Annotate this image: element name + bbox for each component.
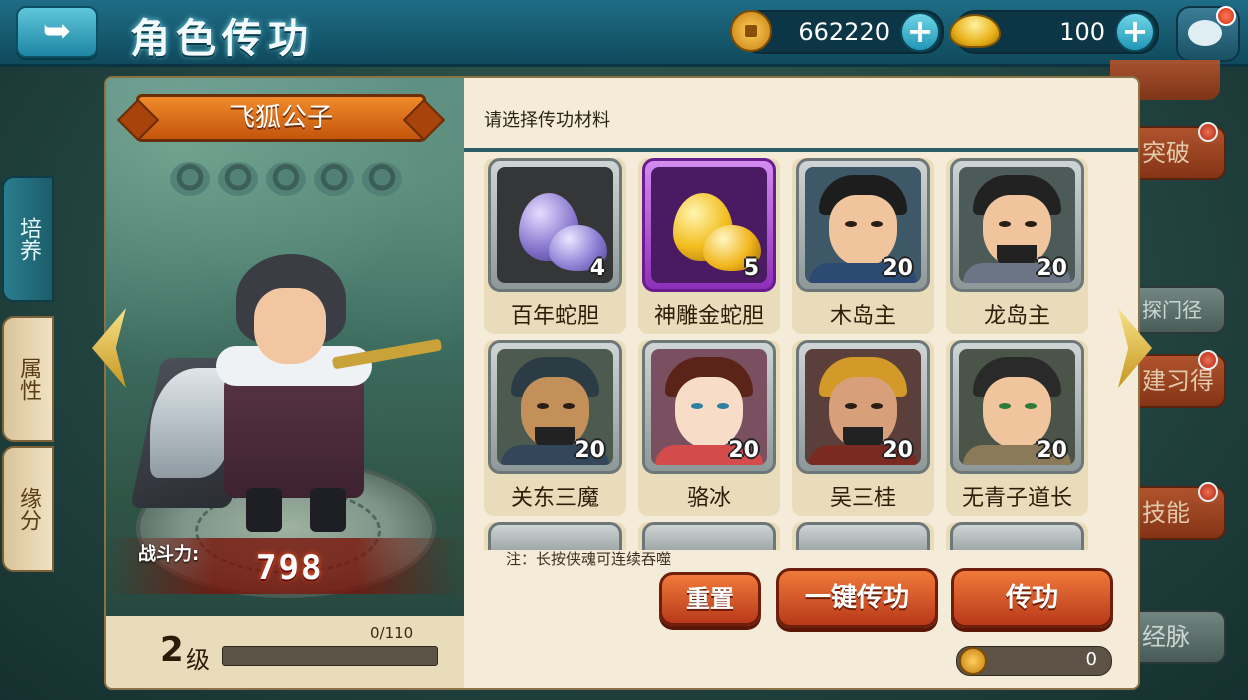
level-row: 2 级 0/110	[106, 616, 464, 688]
notification-dot	[1198, 122, 1218, 142]
hero-pane: 飞狐公子 战斗力: 798 2 级 0/110	[106, 78, 464, 688]
material-name: 龙岛主	[983, 304, 1050, 329]
cloud-star-icon	[314, 162, 354, 196]
material-card-partial[interactable]	[792, 522, 934, 550]
material-name: 无青子道长	[961, 486, 1072, 511]
material-card[interactable]: 5 神雕金蛇胆	[638, 158, 780, 334]
hint-text: 注：长按侠魂可连续吞噬	[506, 550, 672, 568]
cloud-star-icon	[362, 162, 402, 196]
material-card[interactable]: 4 百年蛇胆	[484, 158, 626, 334]
material-card[interactable]: 20 龙岛主	[946, 158, 1088, 334]
material-count: 20	[574, 438, 605, 463]
material-card[interactable]: 20 吴三桂	[792, 340, 934, 516]
transfer-panel: 飞狐公子 战斗力: 798 2 级 0/110 请选择传功材料 4 百年蛇胆 5…	[104, 76, 1140, 690]
tab-fate[interactable]: 缘分	[2, 446, 54, 572]
material-count: 20	[882, 256, 913, 281]
material-count: 20	[1036, 438, 1067, 463]
right-menu-learn[interactable]: 建习得	[1130, 350, 1226, 408]
material-count: 4	[589, 256, 605, 281]
divider	[464, 148, 1138, 152]
gold-counter: 100 +	[949, 10, 1159, 54]
one-key-transfer-button[interactable]: 一键传功	[776, 568, 938, 628]
material-card-partial[interactable]	[946, 522, 1088, 550]
material-name: 吴三桂	[829, 486, 896, 511]
material-card-partial[interactable]	[638, 522, 780, 550]
level-unit: 级	[186, 646, 210, 674]
reset-button[interactable]: 重置	[659, 572, 761, 626]
material-count: 20	[1036, 256, 1067, 281]
copper-coin-icon	[959, 647, 987, 675]
level-number: 2	[160, 630, 184, 670]
material-name: 骆冰	[686, 486, 731, 511]
add-coins-button[interactable]: +	[900, 12, 940, 52]
copper-coin-icon	[730, 10, 772, 52]
power-value: 798	[256, 548, 324, 588]
back-arrow-icon: ➥	[42, 11, 72, 51]
material-card[interactable]: 20 骆冰	[638, 340, 780, 516]
add-gold-button[interactable]: +	[1115, 12, 1155, 52]
coin-counter: 662220 +	[730, 10, 944, 54]
tab-attributes[interactable]: 属性	[2, 316, 54, 442]
plus-icon: +	[1121, 12, 1149, 50]
transfer-cost: 0	[956, 646, 1112, 676]
material-count: 20	[882, 438, 913, 463]
notification-dot	[1198, 350, 1218, 370]
cloud-star-icon	[218, 162, 258, 196]
page-title: 角色传功	[130, 15, 314, 62]
hero-figure	[130, 248, 443, 538]
right-menu-explore[interactable]: 探门径	[1130, 286, 1226, 334]
plus-icon: +	[906, 12, 934, 50]
chat-button[interactable]	[1176, 6, 1240, 62]
hero-star-rating	[170, 162, 402, 196]
material-card[interactable]: 20 无青子道长	[946, 340, 1088, 516]
right-menu-skills[interactable]: 技能	[1130, 482, 1226, 540]
notification-dot	[1198, 482, 1218, 502]
right-menu-meridians[interactable]: 经脉	[1130, 610, 1226, 664]
transfer-button[interactable]: 传功	[951, 568, 1113, 628]
materials-grid: 4 百年蛇胆 5 神雕金蛇胆 20 木岛主 20 龙岛主 20 关东三魔 20 …	[482, 158, 1122, 550]
material-card[interactable]: 20 关东三魔	[484, 340, 626, 516]
materials-title: 请选择传功材料	[484, 110, 610, 131]
material-name: 木岛主	[829, 304, 896, 329]
hero-name-plate: 飞狐公子	[136, 94, 426, 142]
gold-ingot-icon	[949, 14, 1001, 48]
material-card[interactable]: 20 木岛主	[792, 158, 934, 334]
back-button[interactable]: ➥	[16, 6, 98, 58]
sword-icon	[331, 338, 443, 370]
tab-cultivate[interactable]: 培养	[2, 176, 54, 302]
material-card-partial[interactable]	[484, 522, 626, 550]
notification-dot	[1216, 6, 1236, 26]
material-name: 百年蛇胆	[510, 304, 599, 329]
top-bar: ➥ 角色传功 662220 + 100 +	[0, 0, 1248, 67]
chat-icon	[1188, 20, 1222, 46]
material-count: 20	[728, 438, 759, 463]
transfer-cost-value: 0	[1085, 649, 1097, 670]
material-name: 神雕金蛇胆	[653, 304, 764, 329]
exp-bar	[222, 646, 438, 666]
exp-text: 0/110	[370, 624, 414, 642]
power-label: 战斗力:	[138, 544, 200, 565]
cloud-star-icon	[266, 162, 306, 196]
cloud-star-icon	[170, 162, 210, 196]
coin-amount: 662220	[798, 18, 890, 46]
right-menu-breakthrough[interactable]: 突破	[1130, 122, 1226, 180]
gold-amount: 100	[1059, 18, 1105, 46]
material-name: 关东三魔	[510, 486, 599, 511]
material-count: 5	[743, 256, 759, 281]
